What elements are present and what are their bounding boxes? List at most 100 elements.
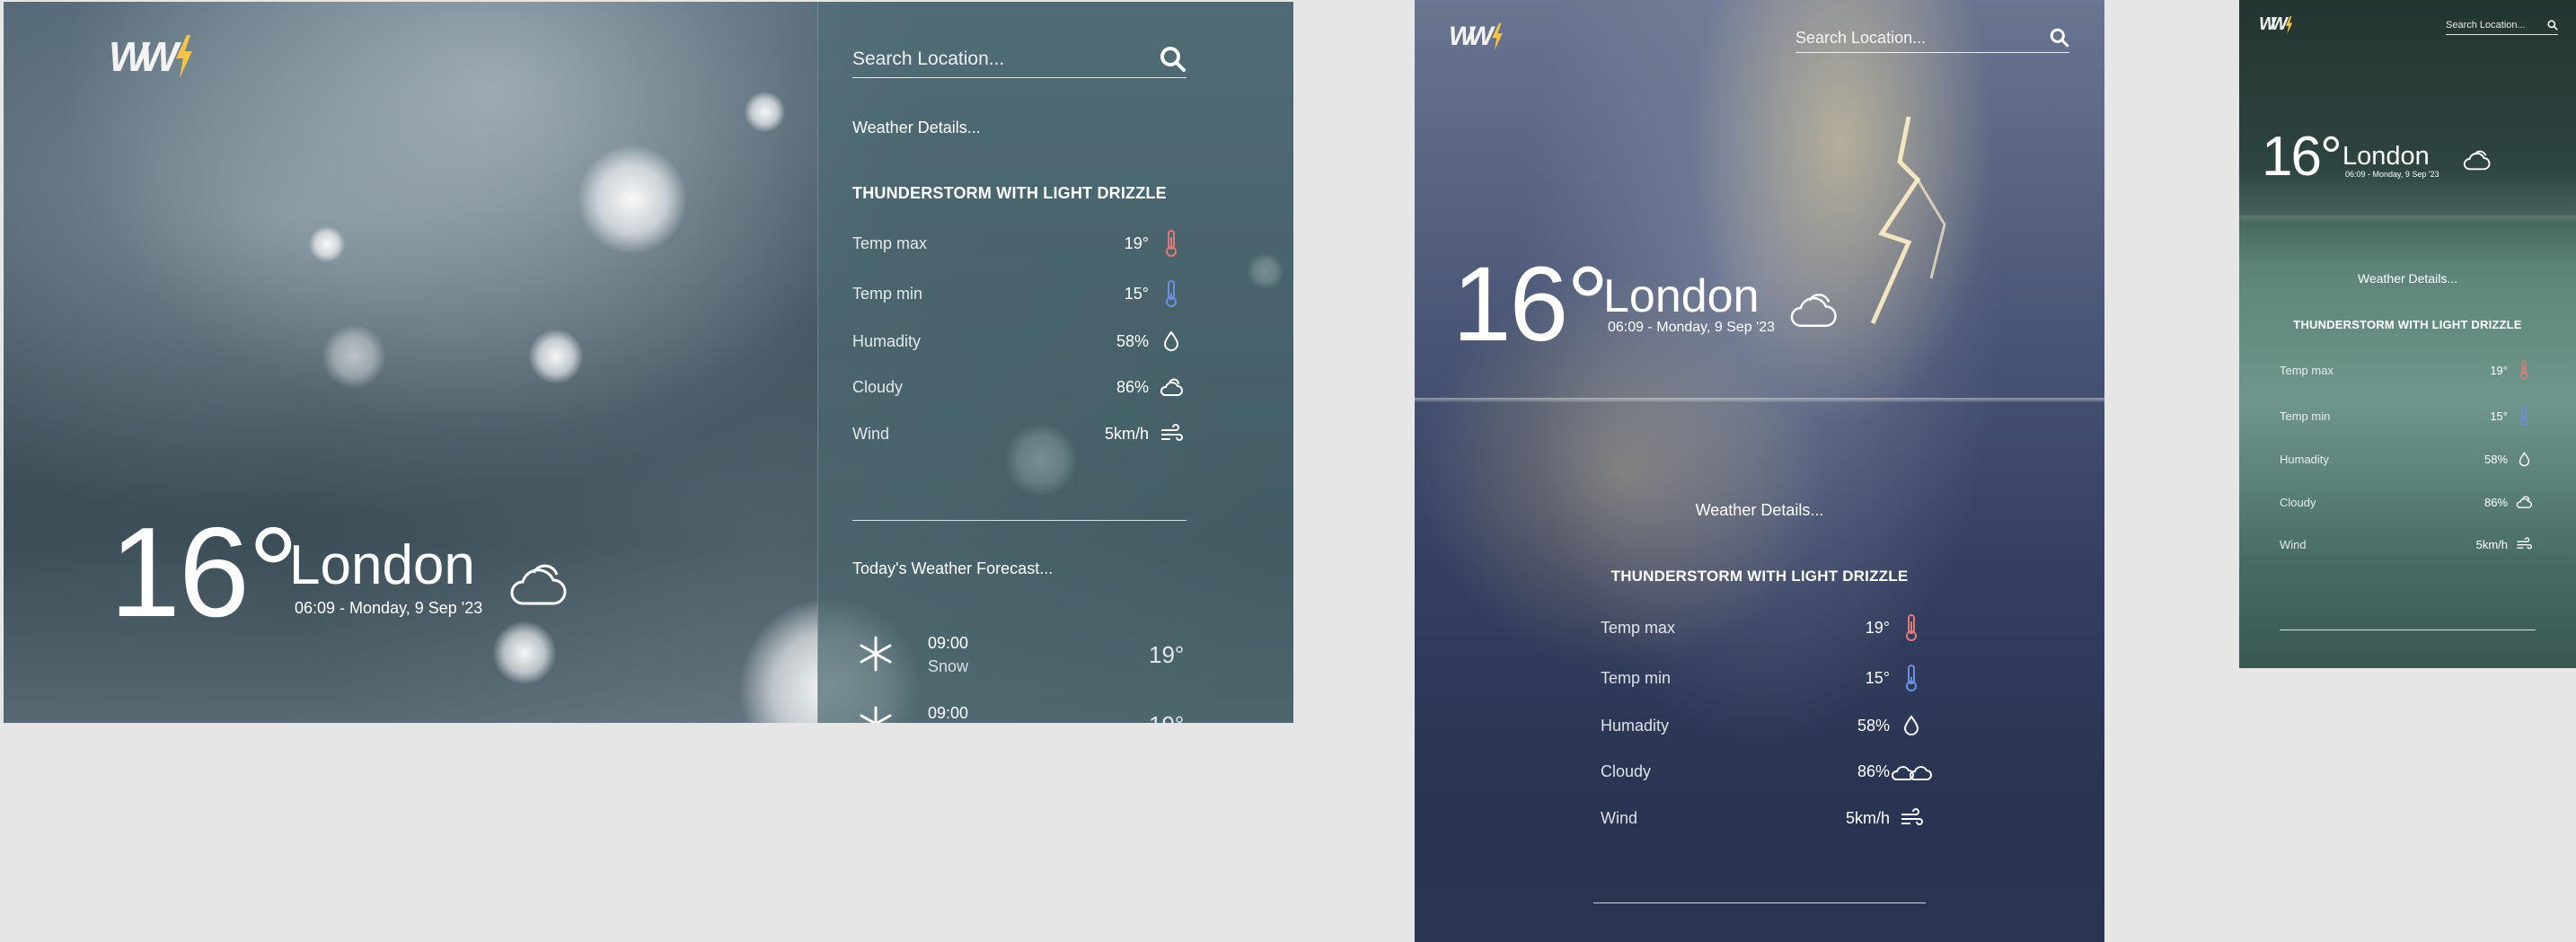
detail-label: Humadity (1601, 716, 1670, 735)
snowflake-decoration (578, 145, 686, 253)
mobile-view: W W 16° London 06:09 - Monday, 9 Sep '23… (2239, 0, 2576, 668)
forecast-desc: Snow (928, 657, 969, 675)
detail-row-temp-max: Temp max 19° (852, 230, 1194, 257)
snowflake-icon (860, 636, 892, 672)
search-input[interactable] (1795, 28, 2029, 48)
detail-label: Humadity (852, 331, 922, 350)
current-datetime: 06:09 - Monday, 9 Sep '23 (2345, 170, 2439, 179)
detail-value: 19° (1124, 233, 1149, 252)
details-heading: Weather Details... (852, 119, 981, 136)
droplet-icon (2508, 452, 2540, 467)
divider (1593, 902, 1926, 903)
detail-row-cloudy: Cloudy 86% (2280, 495, 2540, 509)
bolt-icon (1491, 22, 1503, 51)
city-name: London (289, 534, 475, 596)
weather-condition: THUNDERSTORM WITH LIGHT DRIZZLE (852, 184, 1167, 202)
forecast-item[interactable]: 09:00 Snow 19° (852, 630, 1212, 684)
detail-label: Cloudy (2280, 495, 2316, 509)
detail-row-temp-max: Temp max 19° (2280, 360, 2540, 380)
current-datetime: 06:09 - Monday, 9 Sep '23 (1608, 320, 1775, 335)
detail-value: 58% (2483, 453, 2508, 466)
search-bar (1795, 23, 2069, 53)
thermometer-cold-icon (1890, 665, 1933, 691)
forecast-time: 09:00 (928, 634, 969, 652)
thermometer-cold-icon (1149, 280, 1194, 307)
detail-label: Temp min (852, 284, 923, 303)
app-logo[interactable]: W W (1449, 22, 1504, 52)
detail-label: Temp min (1601, 668, 1672, 687)
snowflake-decoration (529, 330, 583, 383)
search-icon[interactable] (1160, 46, 1187, 73)
city-name: London (1603, 270, 1760, 322)
search-bar (852, 41, 1187, 78)
wind-icon (1149, 424, 1194, 444)
search-input[interactable] (2446, 20, 2542, 31)
logo-letters: W (1468, 22, 1493, 51)
detail-value: 5km/h (2475, 537, 2508, 551)
current-temperature: 16° (110, 501, 299, 644)
thermometer-hot-icon (1149, 230, 1194, 257)
current-datetime: 06:09 - Monday, 9 Sep '23 (295, 599, 483, 617)
divider (852, 520, 1187, 521)
cloud-icon (510, 564, 567, 605)
city-name: London (2342, 142, 2430, 171)
section-divider (2239, 216, 2576, 223)
detail-row-temp-min: Temp min 15° (1601, 665, 1933, 691)
detail-row-wind: Wind 5km/h (2280, 537, 2540, 551)
app-logo[interactable]: W W (2259, 14, 2293, 35)
forecast-temp: 19° (1149, 641, 1185, 668)
detail-value: 58% (1116, 331, 1149, 350)
detail-row-humidity: Humadity 58% (2280, 452, 2540, 467)
detail-label: Humadity (2280, 453, 2329, 466)
thermometer-hot-icon (1890, 614, 1933, 641)
logo-letters: W (2270, 14, 2288, 34)
thermometer-hot-icon (2508, 360, 2540, 380)
divider (2280, 629, 2536, 630)
tablet-view: W W 16° London 06:09 - Monday, 9 Sep '23… (1415, 0, 2104, 942)
detail-row-humidity: Humadity 58% (852, 330, 1194, 352)
detail-row-temp-min: Temp min 15° (852, 280, 1194, 307)
forecast-item[interactable]: 09:00 19° (852, 700, 1212, 723)
thermometer-cold-icon (2508, 406, 2540, 426)
app-logo[interactable]: W W (109, 32, 194, 81)
detail-value: 19° (1865, 618, 1890, 637)
snowflake-decoration (322, 325, 385, 388)
current-temperature: 16° (2262, 126, 2342, 188)
desktop-view: W W 16° London 06:09 - Monday, 9 Sep '23… (4, 2, 1293, 723)
detail-row-wind: Wind 5km/h (852, 424, 1194, 444)
search-icon[interactable] (2547, 20, 2558, 31)
cloud-icon (2508, 495, 2540, 509)
detail-value: 86% (1857, 762, 1890, 780)
droplet-icon (1890, 715, 1933, 736)
weather-condition: THUNDERSTORM WITH LIGHT DRIZZLE (1610, 568, 1909, 585)
details-heading: Weather Details... (1695, 501, 1824, 519)
search-icon[interactable] (2050, 28, 2069, 48)
snowflake-decoration (309, 226, 345, 262)
snowflake-decoration (493, 621, 556, 684)
wind-icon (2508, 537, 2540, 551)
current-temperature: 16° (1452, 245, 1609, 364)
detail-label: Temp max (1601, 618, 1676, 637)
detail-row-temp-min: Temp min 15° (2280, 406, 2540, 426)
details-heading: Weather Details... (2357, 271, 2457, 286)
detail-row-cloudy: Cloudy 86% (852, 377, 1194, 397)
snowflake-icon (860, 706, 892, 723)
detail-value: 58% (1857, 716, 1890, 735)
droplet-icon (1149, 330, 1194, 352)
detail-row-humidity: Humadity 58% (1601, 715, 1933, 736)
detail-row-temp-max: Temp max 19° (1601, 614, 1933, 641)
detail-value: 15° (1865, 668, 1890, 687)
detail-value: 15° (1124, 284, 1149, 303)
detail-value: 15° (2490, 409, 2508, 423)
cloud-icon (1149, 377, 1194, 397)
bolt-icon (175, 35, 192, 78)
cloud-icon (1790, 294, 1837, 327)
detail-label: Wind (2280, 537, 2307, 551)
detail-label: Cloudy (1601, 762, 1652, 780)
bolt-icon (2285, 15, 2292, 34)
detail-value: 86% (1116, 377, 1149, 396)
detail-row-cloudy: Cloudy 86% (1601, 762, 1933, 781)
search-input[interactable] (852, 48, 1137, 70)
detail-label: Temp min (2280, 409, 2331, 423)
section-divider (1415, 398, 2104, 402)
